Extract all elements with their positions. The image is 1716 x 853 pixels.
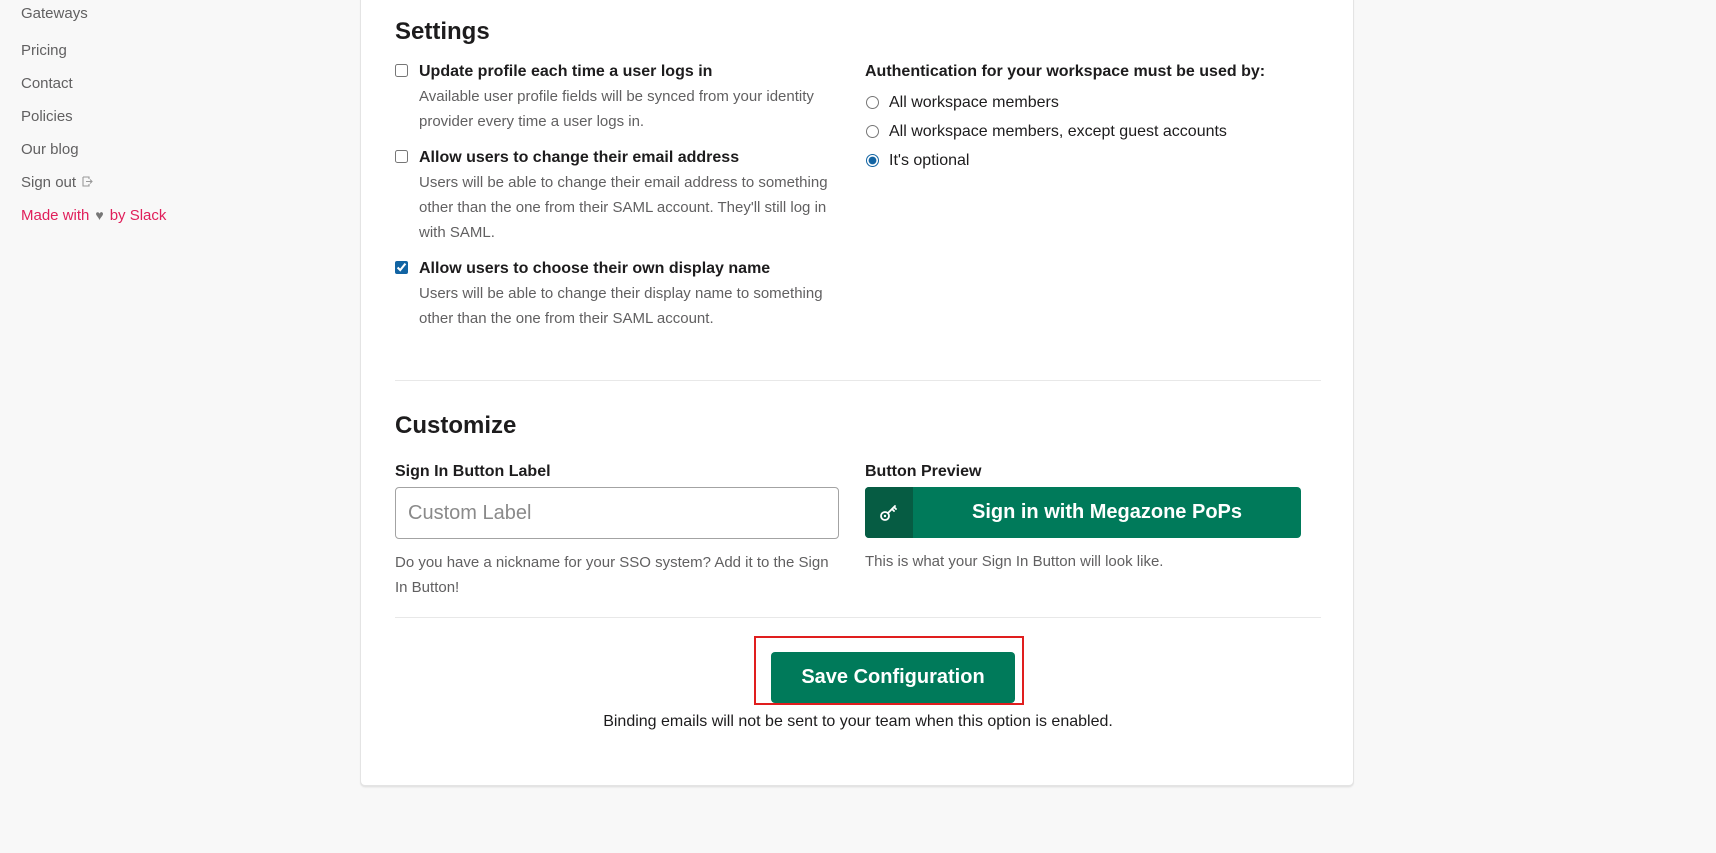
sso-settings-card: Settings Update profile each time a user… (361, 0, 1353, 785)
display-name-checkbox[interactable] (395, 261, 408, 274)
by-slack-link[interactable]: by Slack (110, 207, 167, 224)
radio-label: It's optional (889, 151, 970, 169)
key-icon (865, 487, 913, 538)
option-label: Update profile each time a user logs in (419, 63, 713, 80)
sign-in-preview-button: Sign in with Megazone PoPs (865, 487, 1301, 538)
radio-except-guests[interactable]: All workspace members, except guest acco… (865, 117, 1321, 146)
sidebar-link-blog[interactable]: Our blog (21, 133, 341, 166)
option-description: Users will be able to change their displ… (419, 285, 823, 327)
option-display-name: Allow users to choose their own display … (395, 257, 835, 331)
sign-in-label-field: Sign In Button Label Do you have a nickn… (395, 462, 839, 600)
radio-optional[interactable]: It's optional (865, 146, 1321, 175)
option-update-profile: Update profile each time a user logs in … (395, 60, 835, 134)
radio-label: All workspace members, except guest acco… (889, 122, 1227, 140)
customize-title: Customize (395, 412, 517, 439)
button-preview-hint: This is what your Sign In Button will lo… (865, 553, 1164, 570)
custom-label-hint: Do you have a nickname for your SSO syst… (395, 554, 829, 596)
option-description: Users will be able to change their email… (419, 174, 828, 241)
save-note: Binding emails will not be sent to your … (603, 713, 1113, 730)
section-divider (395, 617, 1321, 618)
sign-in-preview-label: Sign in with Megazone PoPs (971, 501, 1243, 523)
auth-requirement-title: Authentication for your workspace must b… (865, 63, 1266, 80)
heart-icon: ♥ (95, 207, 104, 223)
auth-requirement: Authentication for your workspace must b… (865, 60, 1321, 175)
made-with-text: Made with (21, 207, 90, 224)
made-with-credit: Made with ♥ by Slack (21, 207, 341, 224)
sign-in-label-title: Sign In Button Label (395, 463, 551, 480)
change-email-checkbox[interactable] (395, 150, 408, 163)
radio-optional-input[interactable] (866, 154, 879, 167)
sidebar-link-policies[interactable]: Policies (21, 100, 341, 133)
update-profile-checkbox[interactable] (395, 64, 408, 77)
radio-all-members-input[interactable] (866, 96, 879, 109)
option-label: Allow users to change their email addres… (419, 149, 740, 166)
sidebar-link-signout-label: Sign out (21, 174, 77, 191)
sidebar-link-pricing[interactable]: Pricing (21, 34, 341, 67)
option-label: Allow users to choose their own display … (419, 260, 771, 277)
option-description: Available user profile fields will be sy… (419, 88, 814, 130)
section-divider (395, 380, 1321, 381)
settings-title: Settings (395, 18, 490, 45)
settings-options: Update profile each time a user logs in … (395, 60, 835, 343)
save-configuration-button[interactable]: Save Configuration (771, 652, 1015, 703)
option-change-email: Allow users to change their email addres… (395, 146, 835, 245)
sidebar-link-contact[interactable]: Contact (21, 67, 341, 100)
external-link-icon (82, 167, 93, 200)
button-preview: Button Preview Sign in with Megazone PoP… (865, 462, 1305, 574)
radio-label: All workspace members (889, 93, 1059, 111)
custom-label-input[interactable] (395, 487, 839, 539)
sidebar-link-gateways[interactable]: Gateways (21, 0, 341, 34)
radio-all-members[interactable]: All workspace members (865, 88, 1321, 117)
sidebar: Gateways Pricing Contact Policies Our bl… (21, 0, 341, 224)
sidebar-link-signout[interactable]: Sign out (21, 166, 341, 199)
radio-except-guests-input[interactable] (866, 125, 879, 138)
button-preview-title: Button Preview (865, 463, 982, 480)
